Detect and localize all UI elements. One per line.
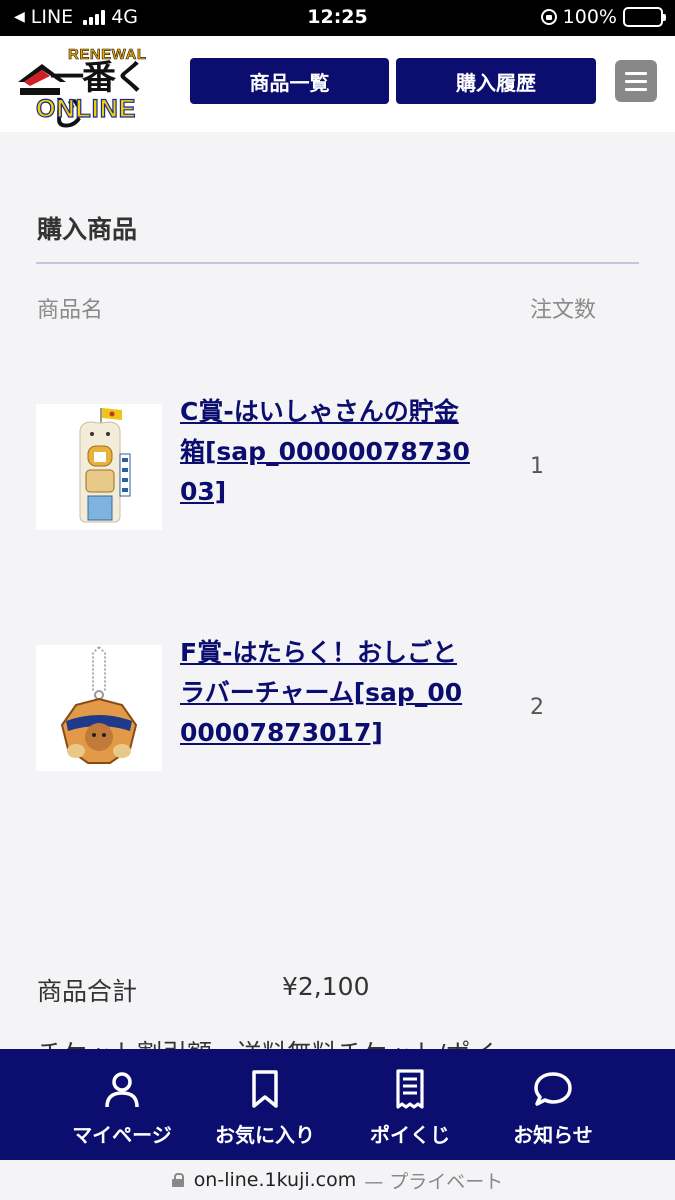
person-icon <box>105 1072 139 1108</box>
nav-poikuji-label: ポイくじ <box>370 1123 450 1147</box>
column-header-quantity: 注文数 <box>530 298 597 323</box>
lock-icon <box>171 1173 184 1187</box>
product-thumbnail[interactable] <box>36 645 162 771</box>
status-bar-right: 100% <box>540 6 666 28</box>
url-text: on-line.1kuji.com <box>193 1169 357 1191</box>
bookmark-icon <box>252 1070 278 1108</box>
purchase-history-button[interactable]: 購入履歴 <box>396 58 596 104</box>
product-link[interactable]: F賞-はたらく！おしごとラバーチャーム[sap_0000007873017] <box>180 633 475 753</box>
status-bar: ◀ LINE 4G 12:25 100% <box>0 0 675 36</box>
hamburger-menu-icon[interactable] <box>615 60 657 102</box>
site-header: RENEWAL 一番くじ ONLINE 商品一覧 購入履歴 <box>0 36 675 132</box>
nav-poikuji[interactable]: ポイくじ <box>350 1049 470 1160</box>
orientation-lock-icon <box>540 9 557 25</box>
nav-notifications[interactable]: お知らせ <box>493 1049 613 1160</box>
subtotal-label: 商品合計 <box>37 977 138 1006</box>
nav-mypage[interactable]: マイページ <box>62 1049 182 1160</box>
private-mode-label: — プライベート <box>364 1170 504 1193</box>
battery-icon <box>623 7 666 27</box>
title-divider <box>36 262 639 264</box>
subtotal-value: ¥2,100 <box>282 972 370 1001</box>
rubber-charm-keychain-icon <box>60 646 138 764</box>
order-quantity: 1 <box>530 454 544 479</box>
nav-favorites-label: お気に入り <box>215 1123 315 1147</box>
column-header-product-name: 商品名 <box>37 298 104 323</box>
order-quantity: 2 <box>530 695 544 720</box>
nav-favorites[interactable]: お気に入り <box>205 1049 325 1160</box>
product-thumbnail[interactable] <box>36 404 162 530</box>
receipt-icon <box>396 1069 424 1109</box>
logo-online-text: ONLINE <box>35 95 137 123</box>
nav-notifications-label: お知らせ <box>513 1123 593 1147</box>
nav-mypage-label: マイページ <box>72 1123 172 1147</box>
speech-bubble-icon <box>534 1072 572 1106</box>
browser-url-bar[interactable]: on-line.1kuji.com — プライベート <box>0 1160 675 1200</box>
battery-percent: 100% <box>562 6 617 28</box>
piggy-bank-tooth-figure-icon <box>79 408 131 523</box>
bottom-navigation: マイページ お気に入り ポイくじ お知らせ <box>0 1049 675 1160</box>
product-link[interactable]: C賞-はいしゃさんの貯金箱[sap_0000007873003] <box>180 392 475 512</box>
product-list-button[interactable]: 商品一覧 <box>190 58 389 104</box>
page-title: 購入商品 <box>37 215 138 244</box>
ichiban-kuji-logo[interactable]: RENEWAL 一番くじ ONLINE <box>16 46 150 132</box>
